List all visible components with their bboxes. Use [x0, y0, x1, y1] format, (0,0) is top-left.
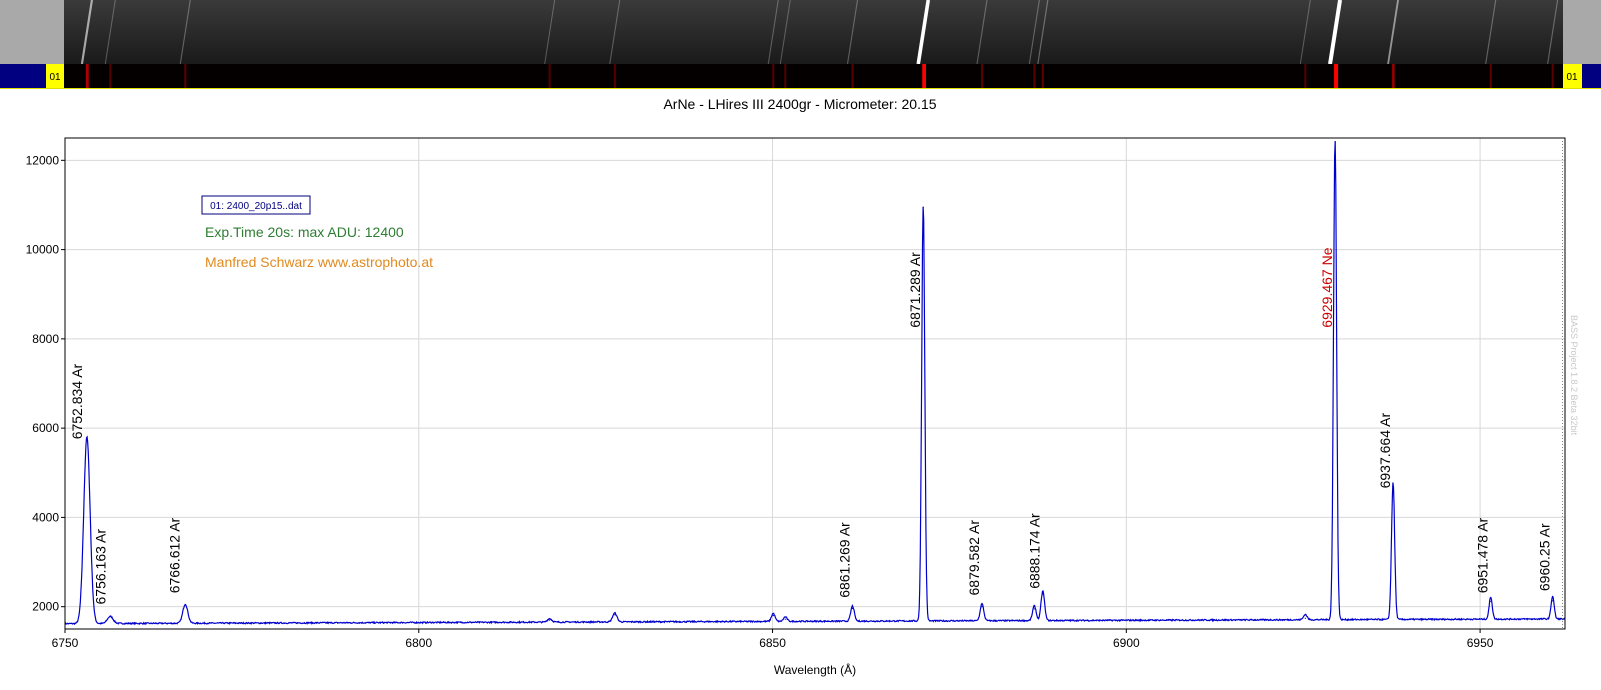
profile-strip-mark	[1041, 64, 1044, 88]
strip-margin-left	[0, 0, 64, 64]
spectrum-chart: ArNe - LHires III 2400gr - Micrometer: 2…	[26, 96, 1579, 677]
y-axis-ticks: 2000 4000 6000 8000 10000 12000	[26, 153, 65, 614]
spectrum-peak	[1033, 608, 1035, 610]
line-label: 6766.612 Ar	[167, 517, 183, 593]
spectrum-peak	[851, 607, 854, 610]
y-tick-label: 12000	[26, 153, 60, 167]
strip-margin-right	[1563, 0, 1601, 64]
profile-strip-mark	[1551, 64, 1554, 88]
profile-strip	[64, 64, 1563, 88]
profile-strip-mark	[1033, 64, 1036, 88]
x-axis-ticks: 6750 6800 6850 6900 6950	[52, 629, 1494, 650]
profile-strip-mark	[1489, 64, 1492, 88]
x-tick-label: 6800	[405, 636, 432, 650]
x-tick-label: 6850	[759, 636, 786, 650]
x-tick-label: 6900	[1113, 636, 1140, 650]
line-label: 6929.467 Ne	[1319, 247, 1335, 327]
line-label: 6752.834 Ar	[69, 363, 85, 439]
software-watermark: BASS Project 1.8.2 Beta 32bit	[1569, 315, 1579, 436]
legend-entry: 01: 2400_20p15..dat	[210, 201, 302, 212]
spectrum-peak	[109, 615, 111, 618]
profile-strip-mark	[851, 64, 854, 88]
profile-strip-mark	[980, 64, 984, 88]
spectrum-peak	[1304, 617, 1306, 619]
profile-strip-mark	[922, 64, 926, 88]
spectrum-peak	[772, 615, 774, 617]
spectrum-strip: 01 01	[0, 0, 1601, 89]
spectrum-peak	[614, 614, 616, 616]
y-tick-label: 6000	[32, 421, 59, 435]
profile-strip-mark	[1334, 64, 1339, 88]
y-tick-label: 8000	[32, 332, 59, 346]
strip-bar-left	[0, 64, 46, 88]
y-tick-label: 4000	[32, 510, 59, 524]
spectrum-peak	[86, 436, 88, 438]
chart-title: ArNe - LHires III 2400gr - Micrometer: 2…	[663, 96, 936, 112]
strip-tag-left-text: 01	[49, 72, 61, 83]
line-label: 6861.269 Ar	[836, 522, 852, 598]
y-tick-label: 10000	[26, 243, 60, 257]
spectrum-peak	[1552, 600, 1554, 602]
profile-strip-mark	[548, 64, 551, 88]
spectrum-peak	[922, 206, 924, 208]
spectrum-peak	[1490, 600, 1492, 602]
profile-strip-mark	[1304, 64, 1307, 88]
x-tick-label: 6950	[1467, 636, 1494, 650]
line-label: 6879.582 Ar	[966, 520, 982, 596]
spectrum-peak	[981, 606, 983, 608]
spectrum-peak	[1334, 141, 1336, 144]
annotation-author: Manfred Schwarz www.astrophoto.at	[205, 254, 433, 270]
spectrum-peak	[1042, 593, 1044, 595]
profile-strip-mark	[772, 64, 775, 88]
annotation-exposure: Exp.Time 20s: max ADU: 12400	[205, 224, 404, 240]
spectrum-peak	[184, 603, 186, 606]
profile-strip-mark	[109, 64, 112, 88]
spectrum-peak	[784, 618, 786, 620]
line-label: 6951.478 Ar	[1475, 517, 1491, 593]
profile-strip-mark	[85, 64, 89, 88]
y-tick-label: 2000	[32, 600, 59, 614]
profile-strip-mark	[184, 64, 187, 88]
x-tick-label: 6750	[52, 636, 79, 650]
spectrum-peak	[549, 619, 551, 621]
line-label: 6756.163 Ar	[93, 529, 109, 605]
x-axis-label: Wavelength (Å)	[774, 662, 856, 677]
strip-tag-right-text: 01	[1566, 72, 1578, 83]
profile-strip-mark	[784, 64, 787, 88]
line-label: 6937.664 Ar	[1377, 413, 1393, 489]
line-label: 6960.25 Ar	[1537, 523, 1553, 591]
strip-bar-right	[1582, 64, 1601, 88]
profile-strip-mark	[613, 64, 616, 88]
line-label: 6871.289 Ar	[907, 252, 923, 328]
profile-strip-mark	[1392, 64, 1395, 88]
line-label: 6888.174 Ar	[1027, 513, 1043, 589]
